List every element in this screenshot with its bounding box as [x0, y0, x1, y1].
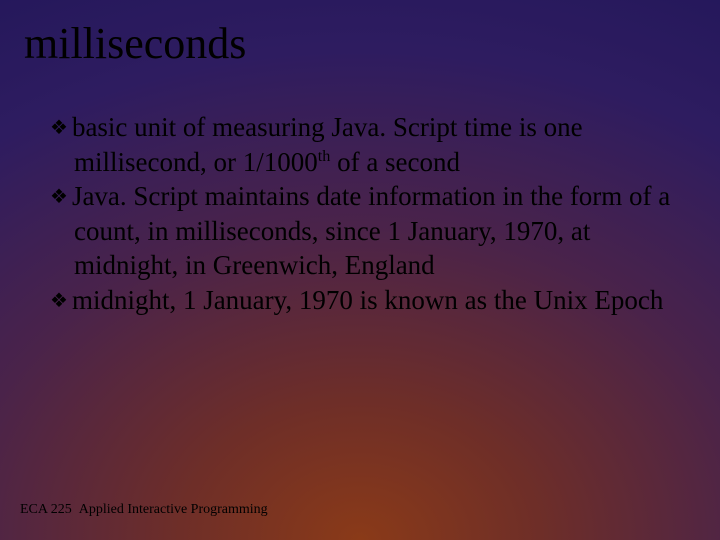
- diamond-bullet-icon: ❖: [50, 186, 68, 208]
- footer-course: ECA 225: [20, 502, 72, 517]
- bullet-text-pre: Java. Script maintains date information …: [72, 181, 670, 280]
- diamond-bullet-icon: ❖: [50, 290, 68, 312]
- bullet-text-sup: th: [318, 147, 331, 165]
- bullet-text-pre: midnight, 1 January, 1970 is known as th…: [72, 285, 663, 315]
- footer-name: Applied Interactive Programming: [79, 502, 268, 517]
- list-item: ❖basic unit of measuring Java. Script ti…: [50, 110, 680, 179]
- slide-body: ❖basic unit of measuring Java. Script ti…: [50, 110, 680, 317]
- list-item: ❖Java. Script maintains date information…: [50, 179, 680, 283]
- bullet-text-post: of a second: [330, 147, 460, 177]
- diamond-bullet-icon: ❖: [50, 117, 68, 139]
- list-item: ❖midnight, 1 January, 1970 is known as t…: [50, 283, 680, 318]
- slide-footer: ECA 225 Applied Interactive Programming: [20, 502, 268, 518]
- bullet-text-pre: basic unit of measuring Java. Script tim…: [72, 112, 583, 177]
- slide-title: milliseconds: [24, 22, 246, 66]
